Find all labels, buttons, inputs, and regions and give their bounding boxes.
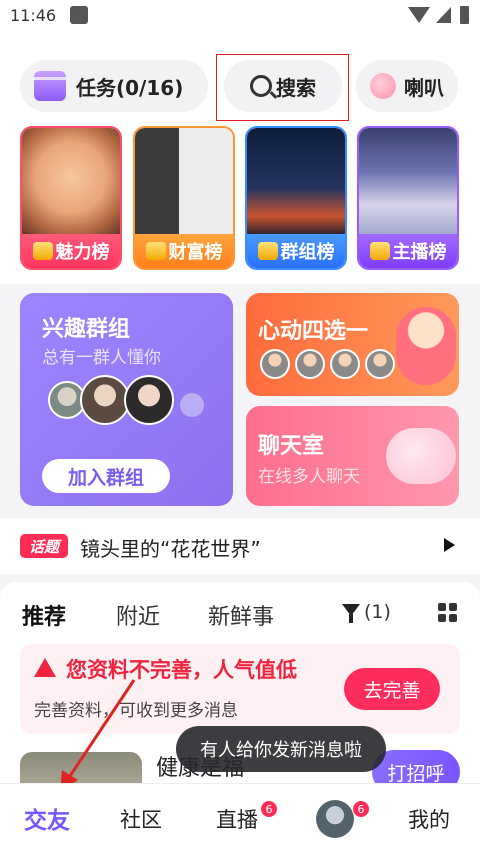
live-badge: 6 <box>260 800 278 818</box>
task-label: 任务(0/16) <box>76 75 184 100</box>
avatar <box>330 349 360 379</box>
tab-fresh[interactable]: 新鲜事 <box>208 599 274 631</box>
heart-avatars <box>260 349 400 379</box>
complete-profile-button[interactable]: 去完善 <box>344 668 440 710</box>
interest-group-subtitle: 总有一群人懂你 <box>42 348 161 368</box>
nav-friends[interactable]: 交友 <box>24 801 70 835</box>
nav-messages-avatar[interactable] <box>316 800 354 838</box>
rank-host-image <box>359 128 457 238</box>
nav-mine[interactable]: 我的 <box>408 804 450 834</box>
interest-group-card[interactable]: 兴趣群组 总有一群人懂你 加入群组 <box>20 293 233 506</box>
task-button[interactable]: 任务(0/16) <box>20 60 208 112</box>
horn-button[interactable]: 喇叭 <box>356 60 458 112</box>
chat-room-card[interactable]: 聊天室 在线多人聊天 <box>246 406 459 506</box>
nav-live[interactable]: 直播 <box>216 804 258 834</box>
play-icon[interactable] <box>444 538 455 552</box>
avatar <box>295 349 325 379</box>
rank-charm-image <box>22 128 120 238</box>
rank-card-charm[interactable]: 魅力榜 <box>20 126 122 270</box>
avatar <box>365 349 395 379</box>
rank-wealth-label-bar: 财富榜 <box>135 234 233 268</box>
filter-count[interactable]: (1) <box>364 601 391 623</box>
grid-icon[interactable] <box>438 603 458 623</box>
rank-group-label-bar: 群组榜 <box>247 234 345 268</box>
crown-badge-icon <box>32 242 53 260</box>
rank-charm-label-bar: 魅力榜 <box>22 234 120 268</box>
status-time: 11:46 <box>10 6 57 25</box>
wifi-icon <box>408 7 430 23</box>
calendar-icon <box>34 71 66 101</box>
signal-icon <box>436 7 451 23</box>
cloud-heart-icon <box>386 428 456 484</box>
filter-icon[interactable] <box>342 604 360 623</box>
messages-badge: 6 <box>352 800 370 818</box>
rank-host-label-bar: 主播榜 <box>359 234 457 268</box>
horn-label: 喇叭 <box>404 75 444 100</box>
avatar <box>180 393 204 417</box>
rank-wealth-label: 财富榜 <box>168 242 223 263</box>
status-bar: 11:46 <box>0 0 480 34</box>
join-group-button[interactable]: 加入群组 <box>42 459 170 493</box>
bottom-nav: 交友 社区 直播 6 6 我的 <box>0 783 480 853</box>
topic-tag: 话题 <box>20 534 68 558</box>
notification-icon <box>70 6 88 24</box>
rank-group-label: 群组榜 <box>280 242 335 263</box>
new-message-toast: 有人给你发新消息啦 <box>176 726 386 772</box>
heart-pick-card[interactable]: 心动四选一 <box>246 293 459 396</box>
avatar <box>80 375 130 425</box>
chat-room-subtitle: 在线多人聊天 <box>258 467 360 487</box>
topic-text: 镜头里的“花花世界” <box>80 537 261 561</box>
crown-badge-icon <box>257 242 278 260</box>
rank-host-label: 主播榜 <box>392 242 447 263</box>
top-section: 任务(0/16) 搜索 喇叭 魅力榜 财富榜 群组榜 主播榜 <box>0 34 480 284</box>
cupid-illustration-icon <box>396 307 456 385</box>
battery-icon <box>460 6 469 24</box>
rank-wealth-image <box>135 128 233 238</box>
rank-charm-label: 魅力榜 <box>55 242 110 263</box>
crown-badge-icon <box>369 242 390 260</box>
group-avatars <box>48 375 174 425</box>
tab-recommend[interactable]: 推荐 <box>22 599 66 631</box>
rank-card-wealth[interactable]: 财富榜 <box>133 126 235 270</box>
interest-group-title: 兴趣群组 <box>42 317 131 342</box>
search-highlight-box <box>216 54 349 121</box>
heart-pick-title: 心动四选一 <box>258 319 369 344</box>
avatar <box>260 349 290 379</box>
rank-group-image <box>247 128 345 238</box>
avatar <box>124 375 174 425</box>
red-arrow-annotation <box>60 679 136 792</box>
crown-badge-icon <box>145 242 166 260</box>
nav-community[interactable]: 社区 <box>120 804 162 834</box>
warning-icon <box>34 658 56 677</box>
rank-card-group[interactable]: 群组榜 <box>245 126 347 270</box>
horn-icon <box>370 73 396 99</box>
rank-card-host[interactable]: 主播榜 <box>357 126 459 270</box>
topic-bar[interactable]: 话题 镜头里的“花花世界” <box>0 518 480 574</box>
tab-nearby[interactable]: 附近 <box>116 599 160 631</box>
chat-room-title: 聊天室 <box>258 434 325 459</box>
